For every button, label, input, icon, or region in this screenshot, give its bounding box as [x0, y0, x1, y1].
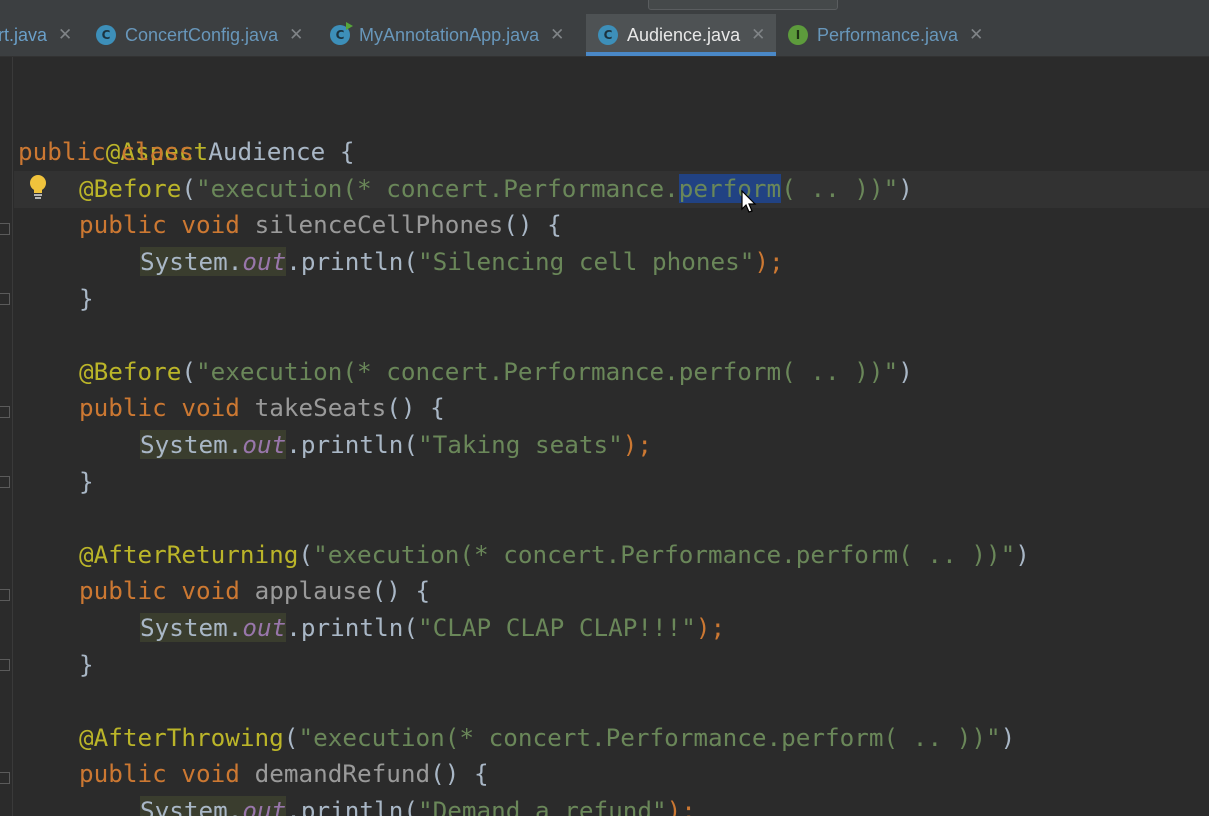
code-editor[interactable]: @Aspect public class Audience { @Before(… — [0, 57, 1209, 816]
keyword-token: public void — [79, 393, 240, 422]
params-token: () { — [430, 759, 489, 788]
tab-performance[interactable]: I Performance.java ✕ — [788, 14, 998, 56]
field-token: out — [242, 247, 287, 276]
code-line-method-decl: public void takeSeats() { — [79, 390, 445, 426]
string-token: "execution(* concert.Performance. — [196, 174, 679, 203]
brace-token: } — [79, 650, 94, 679]
method-name-token: silenceCellPhones — [254, 210, 504, 239]
annotation-token: @AfterReturning — [79, 540, 299, 569]
params-token: () { — [371, 576, 431, 605]
fold-marker[interactable] — [0, 293, 10, 305]
close-icon[interactable]: ✕ — [550, 25, 564, 45]
toolbar-strip — [0, 0, 1209, 14]
code-line-statement: System.out.println("Silencing cell phone… — [140, 244, 784, 280]
class-name-token: Audience — [208, 137, 326, 166]
code-line-method-decl: public void applause() { — [79, 573, 430, 609]
end-token: ); — [754, 247, 784, 276]
end-token: ); — [666, 796, 696, 816]
brace-token: } — [79, 284, 94, 313]
tab-label: MyAnnotationApp.java — [359, 24, 540, 45]
println-token: .println( — [286, 430, 418, 459]
fold-marker[interactable] — [0, 772, 10, 784]
code-line-method-decl: public void demandRefund() { — [79, 756, 489, 792]
keyword-token: public void — [79, 759, 240, 788]
keyword-token: public void — [79, 576, 240, 605]
close-icon[interactable]: ✕ — [289, 25, 303, 45]
string-token: "Silencing cell phones" — [417, 247, 755, 276]
string-token: "Demand a refund" — [417, 796, 667, 816]
fold-marker[interactable] — [0, 659, 10, 671]
code-line-statement: System.out.println("Taking seats"); — [140, 427, 652, 463]
keyword-token: class — [120, 137, 194, 166]
run-configuration-selector[interactable] — [648, 0, 838, 10]
ide-window: rt.java ✕ C ConcertConfig.java ✕ C MyAnn… — [0, 0, 1209, 816]
class-icon: C — [96, 25, 116, 45]
method-name-token: demandRefund — [254, 759, 431, 788]
annotation-token: @Before — [79, 357, 182, 386]
system-token: System. — [140, 247, 243, 276]
mouse-pointer-icon — [741, 190, 757, 213]
fold-marker[interactable] — [0, 223, 10, 235]
code-line-annotation: @AfterReturning("execution(* concert.Per… — [79, 540, 1030, 569]
end-token: ); — [695, 613, 726, 642]
string-token: ( .. ))" — [781, 174, 899, 203]
code-line-close-brace: } — [79, 464, 94, 500]
params-token: () { — [386, 393, 445, 422]
tab-label: Performance.java — [817, 24, 959, 45]
runnable-class-icon: C — [330, 22, 353, 45]
close-icon[interactable]: ✕ — [969, 25, 983, 45]
close-icon[interactable]: ✕ — [58, 25, 72, 45]
system-token: System. — [140, 613, 243, 642]
fold-marker[interactable] — [0, 476, 10, 488]
keyword-token: public — [18, 137, 106, 166]
code-line-statement: System.out.println("CLAP CLAP CLAP!!!"); — [140, 610, 725, 646]
tab-my-annotation-app[interactable]: C MyAnnotationApp.java ✕ — [330, 14, 580, 56]
method-name-token: takeSeats — [254, 393, 387, 422]
println-token: .println( — [286, 613, 418, 642]
field-token: out — [242, 796, 287, 816]
end-token: ); — [622, 430, 653, 459]
code-line-close-brace: } — [79, 281, 94, 317]
code-line-aspect: @Aspect — [18, 98, 208, 166]
string-token: "execution(* concert.Performance.perform… — [196, 357, 899, 386]
string-token: "execution(* concert.Performance.perform… — [298, 723, 1001, 752]
println-token: .println( — [286, 247, 418, 276]
annotation-token: @Before — [79, 174, 182, 203]
code-line-annotation: @AfterThrowing("execution(* concert.Perf… — [79, 723, 1016, 752]
tab-label: Audience.java — [627, 24, 741, 45]
fold-marker[interactable] — [0, 406, 10, 418]
string-token: "execution(* concert.Performance.perform… — [313, 540, 1016, 569]
field-token: out — [242, 430, 287, 459]
close-icon[interactable]: ✕ — [751, 25, 765, 45]
tab-concert[interactable]: rt.java ✕ — [0, 14, 82, 56]
code-line-annotation: @Before("execution(* concert.Performance… — [79, 357, 913, 386]
code-line-method-decl: public void silenceCellPhones() { — [79, 207, 562, 243]
interface-icon: I — [788, 25, 808, 45]
method-name-token: applause — [254, 576, 372, 605]
code-line-close-brace: } — [79, 647, 94, 683]
tab-concert-config[interactable]: C ConcertConfig.java ✕ — [96, 14, 318, 56]
code-line-statement: System.out.println("Demand a refund"); — [140, 793, 696, 816]
tab-audience[interactable]: C Audience.java ✕ — [586, 14, 776, 56]
system-token: System. — [140, 796, 243, 816]
keyword-token: public void — [79, 210, 240, 239]
system-token: System. — [140, 430, 243, 459]
params-token: () { — [503, 210, 562, 239]
string-token: "Taking seats" — [417, 430, 623, 459]
brace-token: } — [79, 467, 94, 496]
brace-token: { — [325, 137, 355, 166]
class-icon: C — [598, 25, 618, 45]
tab-label: ConcertConfig.java — [125, 24, 279, 45]
editor-tab-bar: rt.java ✕ C ConcertConfig.java ✕ C MyAnn… — [0, 14, 1209, 57]
println-token: .println( — [286, 796, 418, 816]
code-line-annotation: @Before("execution(* concert.Performance… — [79, 174, 913, 203]
annotation-token: @AfterThrowing — [79, 723, 284, 752]
tab-label: rt.java — [0, 24, 48, 45]
gutter-divider — [12, 57, 13, 816]
field-token: out — [242, 613, 287, 642]
string-token: "CLAP CLAP CLAP!!!" — [417, 613, 696, 642]
code-line-class-decl: public class Audience { — [18, 134, 355, 170]
selected-text[interactable]: perform — [678, 174, 782, 203]
fold-marker[interactable] — [0, 589, 10, 601]
